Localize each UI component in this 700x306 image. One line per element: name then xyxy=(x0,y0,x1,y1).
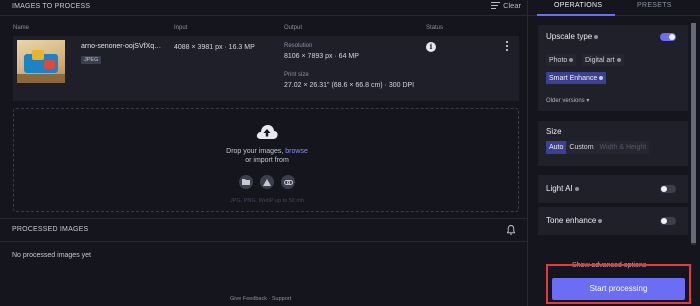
no-processed-text: No processed images yet xyxy=(12,252,91,259)
size-title: Size xyxy=(546,127,562,136)
clear-list-icon xyxy=(491,2,501,9)
clear-label: Clear xyxy=(503,1,521,10)
cloud-upload-icon xyxy=(256,124,278,142)
processed-images-header: PROCESSED IMAGES xyxy=(12,226,89,233)
size-option-width-height[interactable]: Width & Height xyxy=(597,141,650,154)
active-tab-indicator xyxy=(537,14,615,16)
size-card: Size Auto Custom Width & Height xyxy=(538,121,688,166)
tone-enhance-toggle[interactable] xyxy=(660,217,676,225)
link-icon[interactable] xyxy=(281,175,295,189)
tone-enhance-card: Tone enhance xyxy=(538,207,688,235)
google-drive-icon[interactable] xyxy=(260,175,274,189)
size-segmented-control: Auto Custom Width & Height xyxy=(546,141,650,154)
images-to-process-header: IMAGES TO PROCESS xyxy=(12,3,91,10)
bell-icon[interactable] xyxy=(506,225,516,237)
column-header-output: Output xyxy=(284,25,303,31)
image-thumbnail xyxy=(17,40,65,83)
help-icon xyxy=(569,58,574,62)
print-size-value: 27.02 × 26.31" (68.6 × 66.8 cm) · 300 DP… xyxy=(284,82,415,89)
light-ai-title: Light AI xyxy=(546,184,579,193)
chevron-down-icon: ▾ xyxy=(586,98,590,104)
older-versions-dropdown[interactable]: Older versions ▾ xyxy=(546,97,589,104)
supported-formats: JPG, PNG, WebP up to 50 mb xyxy=(229,198,305,204)
footer-links[interactable]: Give Feedback · Support xyxy=(230,296,291,302)
header-divider xyxy=(0,15,527,16)
tab-presets[interactable]: PRESETS xyxy=(637,2,672,9)
start-processing-button[interactable]: Start processing xyxy=(552,278,685,300)
import-sources xyxy=(239,175,295,189)
images-panel: IMAGES TO PROCESS Clear Name Input Outpu… xyxy=(0,0,527,306)
column-header-status: Status xyxy=(426,25,444,31)
help-icon xyxy=(616,58,621,62)
settings-panel: OPERATIONS PRESETS Upscale type Photo Di… xyxy=(527,0,700,306)
help-icon[interactable] xyxy=(594,34,599,39)
browse-link[interactable]: browse xyxy=(285,148,308,155)
resolution-value: 8106 × 7893 px · 64 MP xyxy=(284,53,359,60)
help-icon xyxy=(599,76,604,80)
upscale-toggle[interactable] xyxy=(660,33,676,41)
column-header-thumb: Name xyxy=(13,25,30,31)
chip-photo[interactable]: Photo xyxy=(546,54,577,66)
processed-divider xyxy=(0,241,527,242)
light-ai-card: Light AI xyxy=(538,175,688,203)
info-icon[interactable]: i xyxy=(426,42,436,52)
input-dimensions: 4088 × 3981 px · 16.3 MP xyxy=(174,44,255,51)
column-header-input: Input xyxy=(174,25,188,31)
chip-smart-enhance[interactable]: Smart Enhance xyxy=(546,72,607,84)
import-from-text: or import from xyxy=(245,157,289,164)
light-ai-toggle[interactable] xyxy=(660,185,676,193)
clear-button[interactable]: Clear xyxy=(491,1,521,10)
tone-enhance-title: Tone enhance xyxy=(546,216,603,225)
start-button-highlight: Start processing xyxy=(546,264,691,304)
upscale-type-title: Upscale type xyxy=(546,32,599,41)
scrollbar-thumb[interactable] xyxy=(691,23,696,243)
tab-operations[interactable]: OPERATIONS xyxy=(554,2,602,9)
more-options-icon[interactable] xyxy=(504,40,510,52)
image-row[interactable]: arno-senoner-oojSVfXq… JPEG 4088 × 3981 … xyxy=(13,36,519,101)
chip-digital-art[interactable]: Digital art xyxy=(582,54,624,66)
settings-scrollbar[interactable] xyxy=(691,23,696,245)
help-icon[interactable] xyxy=(598,218,603,223)
resolution-label: Resolution xyxy=(284,43,313,49)
section-divider xyxy=(0,218,527,219)
drop-zone[interactable]: Drop your images, browse or import from … xyxy=(13,108,519,212)
print-size-label: Print size xyxy=(284,72,309,78)
folder-icon[interactable] xyxy=(239,175,253,189)
drop-instructions: Drop your images, browse xyxy=(226,148,308,155)
size-option-custom[interactable]: Custom xyxy=(566,141,596,154)
format-badge: JPEG xyxy=(81,56,102,64)
upscale-type-card: Upscale type Photo Digital art Smart Enh… xyxy=(538,25,688,111)
image-filename: arno-senoner-oojSVfXq… xyxy=(81,43,162,50)
size-option-auto[interactable]: Auto xyxy=(546,141,567,154)
help-icon[interactable] xyxy=(574,186,579,191)
